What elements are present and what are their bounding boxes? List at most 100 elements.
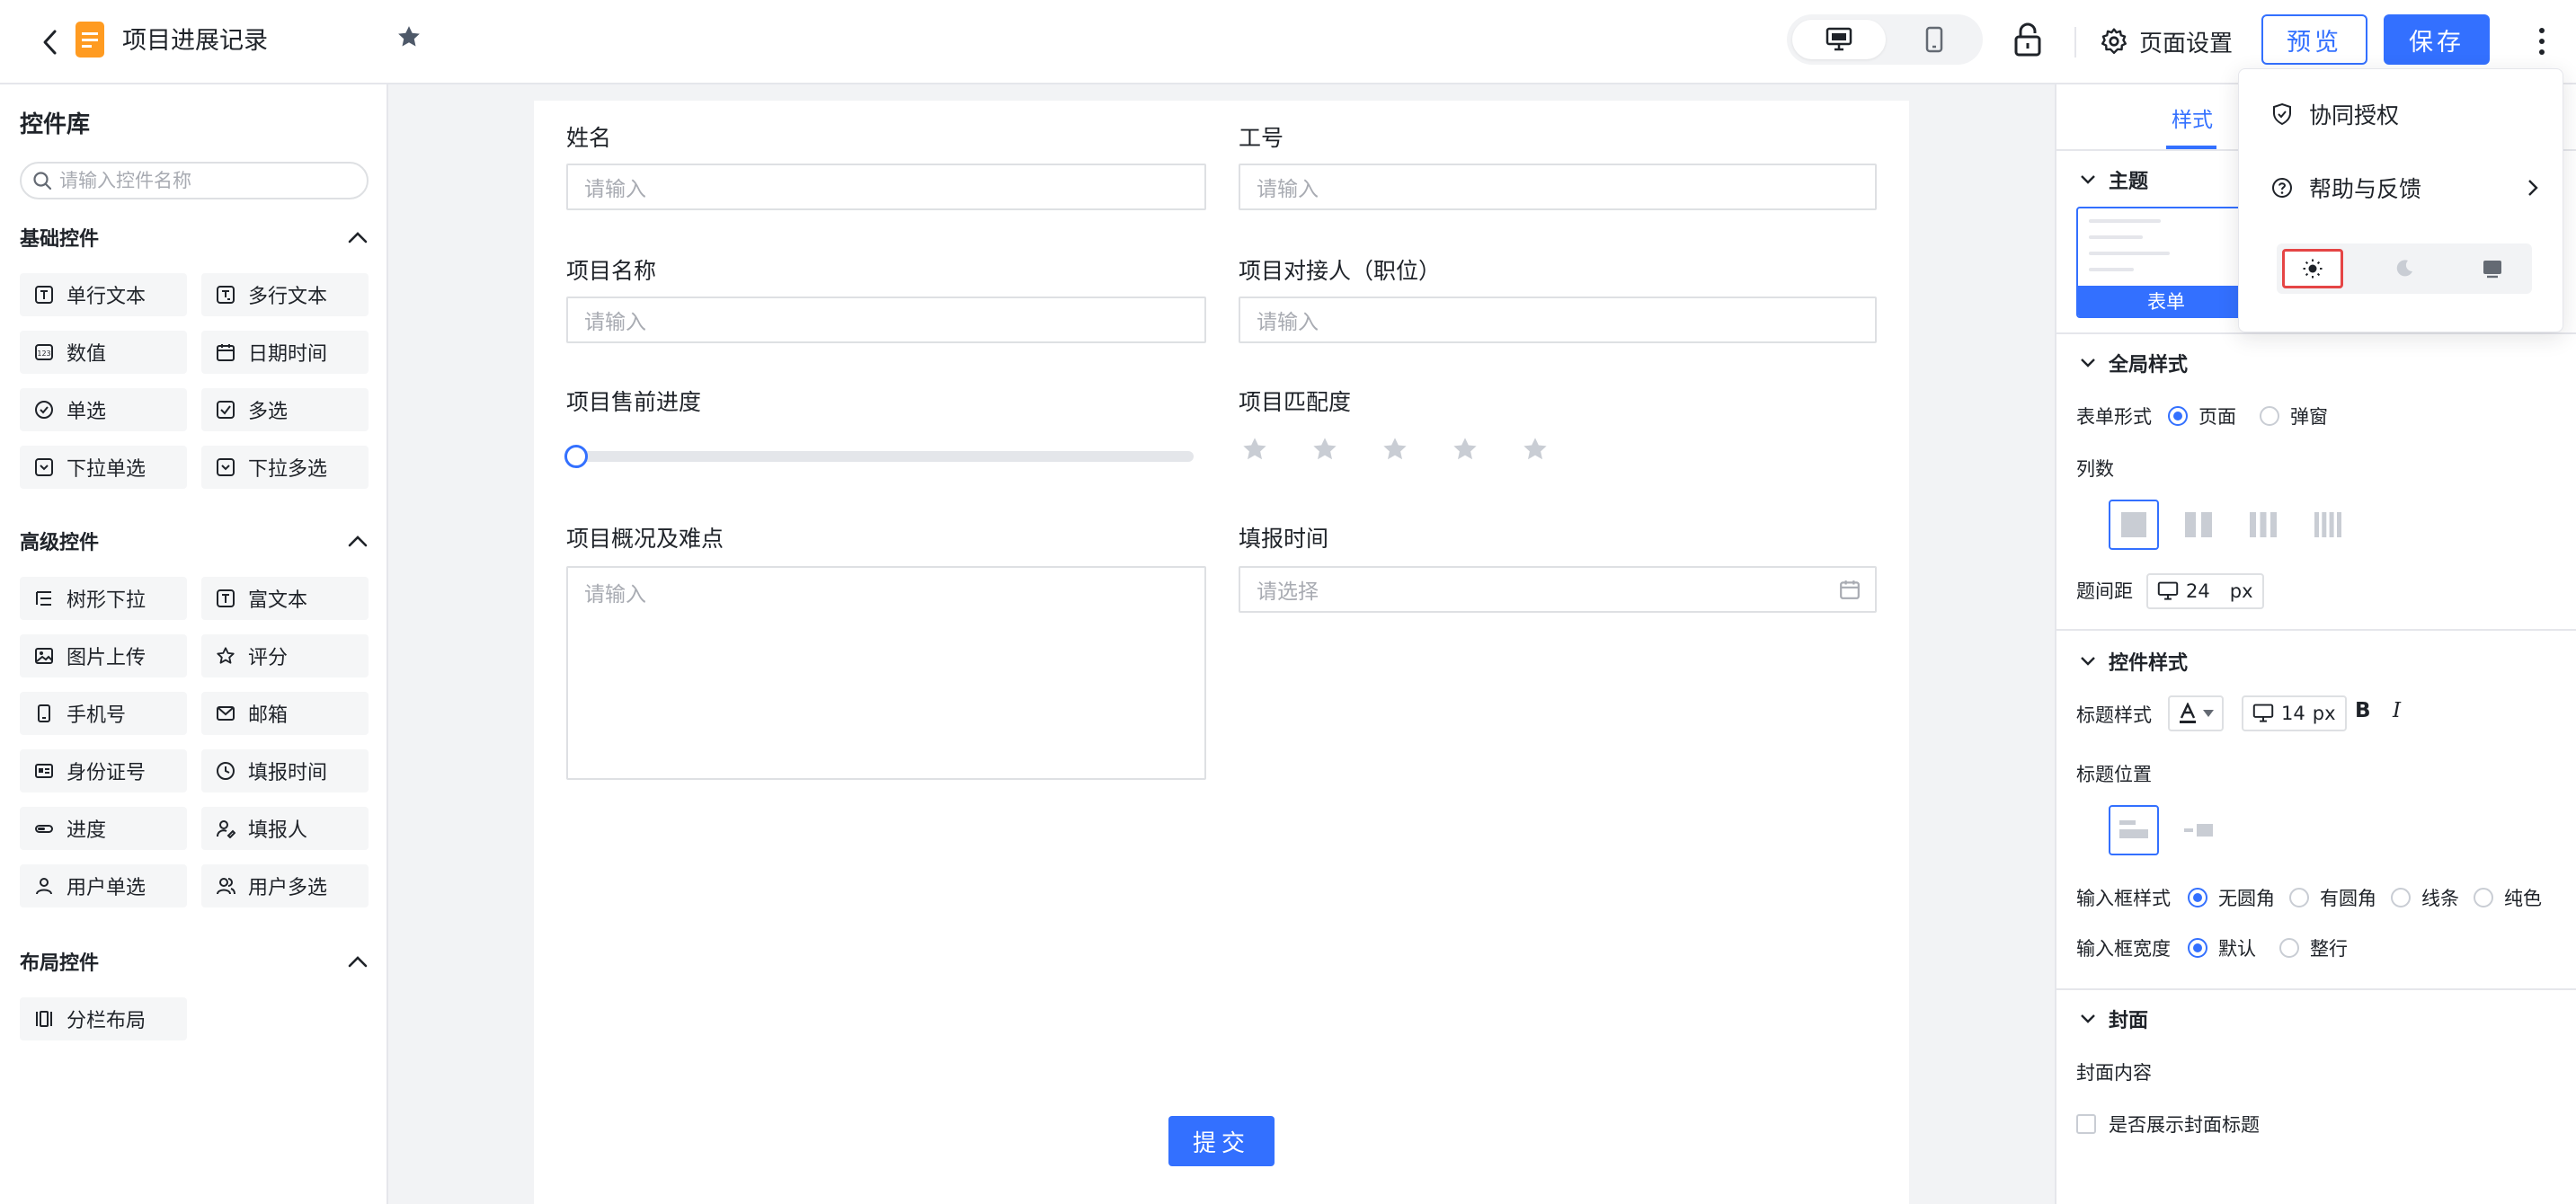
rating-star-icon[interactable] xyxy=(1240,435,1269,464)
submit-button[interactable]: 提交 xyxy=(1168,1116,1275,1166)
theme-section-header[interactable]: 主题 xyxy=(2080,165,2148,194)
theme-dark-option[interactable] xyxy=(2374,249,2435,288)
menu-item-collab-auth[interactable]: 协同授权 xyxy=(2271,98,2399,130)
radio-solid[interactable] xyxy=(2474,888,2493,907)
project-contact-input[interactable]: 请输入 xyxy=(1239,297,1877,343)
advanced-widgets-header[interactable]: 高级控件 xyxy=(20,525,369,557)
menu-item-help-feedback[interactable]: 帮助与反馈 xyxy=(2271,172,2555,204)
font-color-icon xyxy=(2180,703,2196,723)
back-icon[interactable] xyxy=(32,24,68,60)
chevron-up-icon[interactable] xyxy=(347,534,369,548)
widget-datetime[interactable]: 日期时间 xyxy=(201,331,369,374)
rating-star-icon[interactable] xyxy=(1310,435,1339,464)
title-position-top-option[interactable] xyxy=(2109,805,2159,855)
spacing-input[interactable]: 24 px xyxy=(2146,573,2264,609)
widget-search[interactable] xyxy=(20,162,369,199)
columns-one-option[interactable] xyxy=(2109,500,2159,550)
field-label-project-contact: 项目对接人（职位） xyxy=(1239,258,1442,284)
theme-light-option[interactable] xyxy=(2282,249,2343,288)
widget-id-card[interactable]: 身份证号 xyxy=(20,749,187,792)
progress-slider-track[interactable] xyxy=(570,451,1194,462)
chevron-up-icon[interactable] xyxy=(347,230,369,244)
widget-multi-line-text[interactable]: 多行文本 xyxy=(201,273,369,316)
columns-three-option[interactable] xyxy=(2238,500,2288,550)
radio-check-icon xyxy=(35,401,53,419)
rating-star-icon[interactable] xyxy=(1521,435,1550,464)
preview-button[interactable]: 预览 xyxy=(2261,14,2367,65)
widget-column-layout[interactable]: 分栏布局 xyxy=(20,997,187,1040)
widget-image-upload[interactable]: 图片上传 xyxy=(20,634,187,677)
italic-button[interactable]: I xyxy=(2393,699,2401,722)
radio-page[interactable] xyxy=(2168,406,2188,426)
radio-popup[interactable] xyxy=(2260,406,2279,426)
radio-line[interactable] xyxy=(2391,888,2411,907)
widget-report-time[interactable]: 填报时间 xyxy=(201,749,369,792)
widget-single-line-text[interactable]: 单行文本 xyxy=(20,273,187,316)
widget-dropdown-multi[interactable]: 下拉多选 xyxy=(201,446,369,489)
widget-progress[interactable]: 进度 xyxy=(20,807,187,850)
save-button[interactable]: 保存 xyxy=(2384,14,2490,65)
document-icon xyxy=(74,20,106,59)
widget-rich-text[interactable]: 富文本 xyxy=(201,577,369,620)
widget-number[interactable]: 123 数值 xyxy=(20,331,187,374)
employee-id-input[interactable]: 请输入 xyxy=(1239,164,1877,210)
theme-auto-option[interactable] xyxy=(2462,249,2523,288)
name-input[interactable]: 请输入 xyxy=(566,164,1206,210)
lock-icon[interactable] xyxy=(2013,22,2049,61)
chevron-up-icon[interactable] xyxy=(347,954,369,969)
divider xyxy=(2056,332,2576,334)
show-cover-title-checkbox[interactable] xyxy=(2076,1114,2096,1134)
theme-thumbnail-label: 表单 xyxy=(2078,286,2254,316)
widget-phone[interactable]: 手机号 xyxy=(20,692,187,735)
widget-multi-choice[interactable]: 多选 xyxy=(201,388,369,431)
tab-style[interactable]: 样式 xyxy=(2172,102,2213,133)
display-icon xyxy=(2483,261,2501,279)
title-position-left-option[interactable] xyxy=(2173,805,2224,855)
layout-widgets-header[interactable]: 布局控件 xyxy=(20,945,369,978)
chevron-down-icon xyxy=(2081,175,2095,184)
radio-full-width[interactable] xyxy=(2279,938,2299,958)
columns-two-option[interactable] xyxy=(2173,500,2224,550)
widget-single-choice[interactable]: 单选 xyxy=(20,388,187,431)
cover-section-header[interactable]: 封面 xyxy=(2080,1005,2148,1033)
progress-slider-thumb[interactable] xyxy=(564,445,588,468)
widget-dropdown-single[interactable]: 下拉单选 xyxy=(20,446,187,489)
more-options-icon[interactable] xyxy=(2524,22,2560,61)
rating-star-icon[interactable] xyxy=(1381,435,1409,464)
bold-button[interactable]: B xyxy=(2355,699,2371,722)
widget-user-multi[interactable]: 用户多选 xyxy=(201,864,369,907)
mobile-icon[interactable] xyxy=(1888,20,1981,59)
overview-textarea[interactable]: 请输入 xyxy=(566,566,1206,780)
columns-four-option[interactable] xyxy=(2303,500,2353,550)
basic-widgets-header[interactable]: 基础控件 xyxy=(20,221,369,253)
control-style-section-header[interactable]: 控件样式 xyxy=(2080,647,2188,676)
project-name-input[interactable]: 请输入 xyxy=(566,297,1206,343)
widget-user-single[interactable]: 用户单选 xyxy=(20,864,187,907)
theme-thumbnail[interactable]: 表单 xyxy=(2076,207,2256,318)
widget-reporter[interactable]: 填报人 xyxy=(201,807,369,850)
widget-search-input[interactable] xyxy=(59,170,347,191)
page-settings-label: 页面设置 xyxy=(2139,30,2234,58)
title-font-size-input[interactable]: 14 px xyxy=(2242,695,2347,731)
widget-email[interactable]: 邮箱 xyxy=(201,692,369,735)
report-time-picker[interactable]: 请选择 xyxy=(1239,566,1877,613)
radio-default-width[interactable] xyxy=(2188,938,2207,958)
rating-star-icon[interactable] xyxy=(1451,435,1479,464)
radio-full-width-label: 整行 xyxy=(2310,938,2348,960)
widget-label: 分栏布局 xyxy=(67,1010,147,1032)
page-settings-button[interactable]: 页面设置 xyxy=(2100,22,2233,61)
field-label-name: 姓名 xyxy=(566,125,612,151)
widget-tree-select[interactable]: 树形下拉 xyxy=(20,577,187,620)
radio-rounded[interactable] xyxy=(2289,888,2309,907)
page-title[interactable]: 项目进展记录 xyxy=(122,23,268,59)
radio-no-radius[interactable] xyxy=(2188,888,2207,907)
widget-label: 下拉多选 xyxy=(248,458,328,481)
moon-icon xyxy=(2396,260,2412,277)
widget-rating[interactable]: 评分 xyxy=(201,634,369,677)
calendar-icon[interactable] xyxy=(1839,579,1861,600)
star-icon[interactable] xyxy=(395,23,426,54)
widget-label: 下拉单选 xyxy=(67,458,147,481)
desktop-icon[interactable] xyxy=(1792,20,1886,59)
global-style-section-header[interactable]: 全局样式 xyxy=(2080,349,2188,377)
title-color-picker[interactable] xyxy=(2168,695,2224,731)
